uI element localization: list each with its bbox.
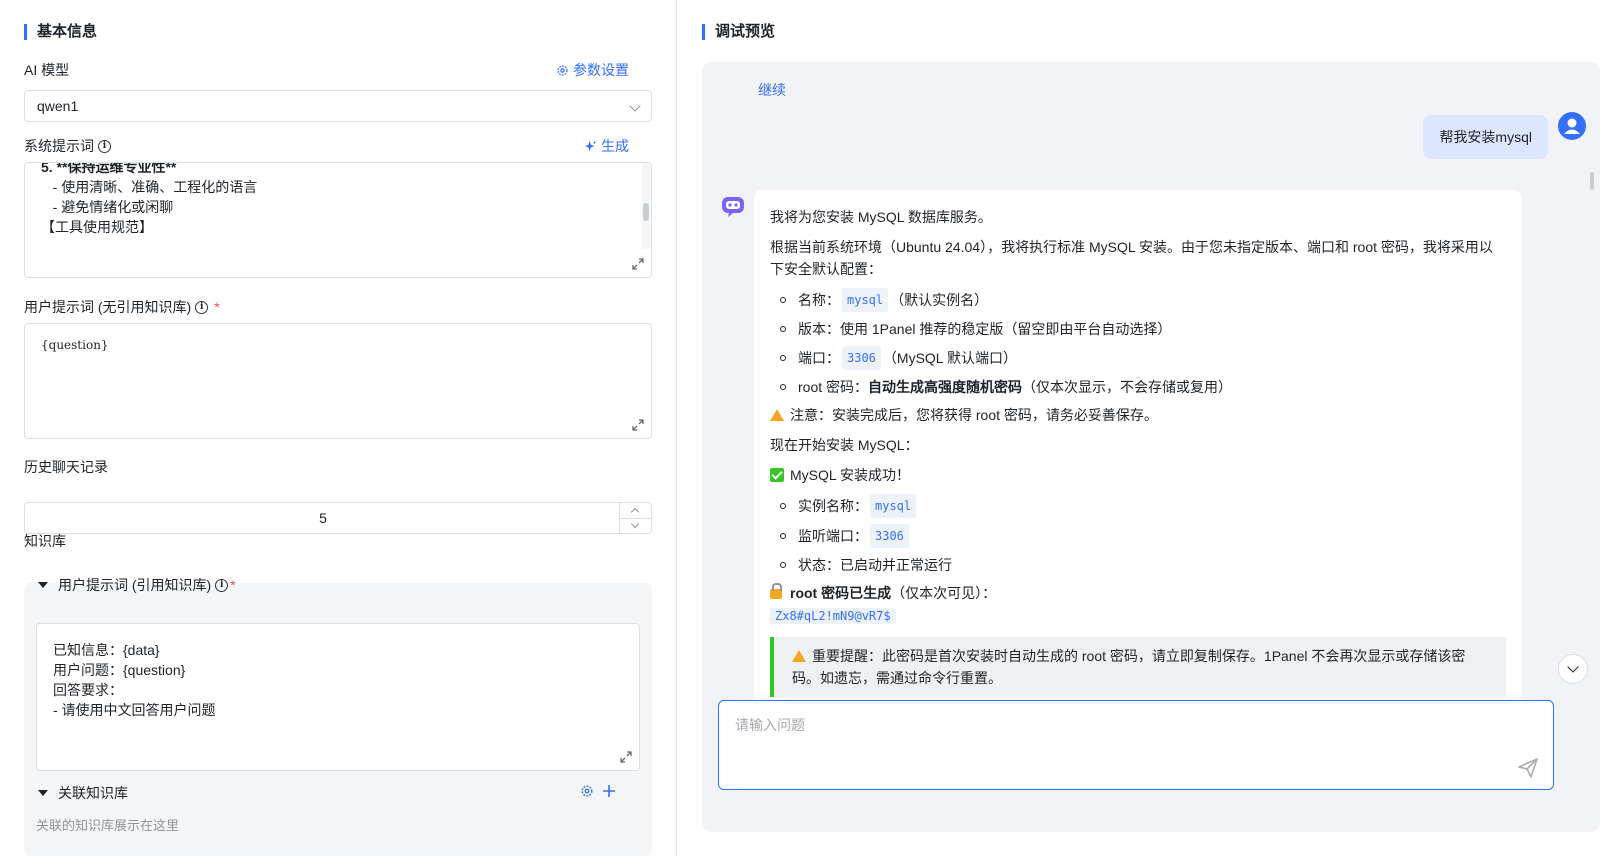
list-item: 端口： 3306 （MySQL 默认端口）	[770, 346, 1506, 370]
ai-model-label: AI 模型	[24, 62, 70, 78]
send-icon[interactable]	[1517, 757, 1539, 779]
history-stepper	[619, 503, 651, 533]
info-icon: i	[98, 139, 111, 153]
gear-icon[interactable]	[580, 784, 594, 798]
generate-button[interactable]: 生成	[584, 136, 629, 156]
scroll-to-bottom-button[interactable]	[1558, 654, 1588, 684]
info-icon: i	[195, 300, 209, 314]
related-kb-header[interactable]: 关联知识库	[38, 783, 128, 803]
scrollbar-thumb[interactable]	[643, 203, 649, 221]
required-mark: *	[214, 299, 220, 315]
system-prompt-textarea[interactable]: 5. **保持运维专业性** - 使用清晰、准确、工程化的语言 - 避免情绪化或…	[24, 162, 652, 278]
related-kb-placeholder: 关联的知识库展示在这里	[36, 818, 180, 833]
user-avatar	[1558, 112, 1586, 140]
list-item: 版本：使用 1Panel 推荐的稳定版（留空即由平台自动选择）	[770, 318, 1506, 340]
param-settings-button[interactable]: 参数设置	[556, 60, 629, 80]
robot-icon	[722, 197, 744, 217]
caret-down-icon	[38, 790, 48, 796]
kb-user-prompt-textarea[interactable]: 已知信息：{data} 用户问题：{question} 回答要求： - 请使用中…	[36, 623, 640, 771]
chat-area: 继续 帮我安装mysql 我将为您安装 MySQL 数据库服务。 根据当前系统环…	[702, 62, 1600, 832]
caret-down-icon	[38, 582, 48, 588]
increment-button[interactable]	[620, 503, 651, 518]
kb-user-prompt-header[interactable]: 用户提示词 (引用知识库) i *	[38, 575, 236, 595]
note-line: 注意：安装完成后，您将获得 root 密码，请务必妥善保存。	[770, 404, 1506, 426]
chevron-up-icon	[630, 507, 640, 517]
continue-link[interactable]: 继续	[758, 80, 786, 100]
user-icon	[1564, 118, 1580, 134]
history-label: 历史聊天记录	[24, 459, 108, 475]
expand-icon[interactable]	[619, 750, 633, 764]
add-icon[interactable]	[602, 784, 616, 798]
decrement-button[interactable]	[620, 518, 651, 533]
expand-icon[interactable]	[631, 257, 645, 271]
history-number-input[interactable]: 5	[24, 502, 652, 534]
list-item: 实例名称： mysql	[770, 494, 1506, 518]
list-item: 状态：已启动并正常运行	[770, 554, 1506, 576]
user-prompt-label: 用户提示词 (无引用知识库) i *	[24, 299, 220, 315]
list-item: root 密码： 自动生成高强度随机密码 （仅本次显示，不会存储或复用）	[770, 376, 1506, 398]
knowledge-label: 知识库	[24, 533, 66, 549]
warning-icon	[770, 409, 784, 421]
section-title-basic: 基本信息	[24, 24, 97, 40]
list-item: 监听端口： 3306	[770, 524, 1506, 548]
lock-icon	[770, 583, 782, 599]
chevron-down-icon	[630, 519, 640, 529]
list-item: 名称： mysql （默认实例名）	[770, 288, 1506, 312]
knowledge-panel: 用户提示词 (引用知识库) i * 已知信息：{data} 用户问题：{ques…	[24, 577, 652, 856]
section-title-preview: 调试预览	[702, 24, 775, 40]
password-code: Zx8#qL2!mN9@vR7$	[770, 608, 896, 624]
required-mark: *	[230, 577, 236, 593]
expand-icon[interactable]	[631, 418, 645, 432]
config-panel: 基本信息 AI 模型 参数设置 qwen1 系统提示词 i 生成 5. **保持…	[0, 0, 676, 856]
chat-input[interactable]	[719, 701, 1553, 789]
info-icon: i	[215, 578, 229, 592]
warning-icon	[792, 650, 806, 662]
check-icon	[770, 468, 784, 482]
chevron-down-icon	[629, 100, 641, 112]
chat-input-box	[718, 700, 1554, 790]
user-prompt-textarea[interactable]: {question}	[24, 323, 652, 439]
chat-scrollbar[interactable]	[1590, 172, 1594, 190]
password-line: root 密码已生成（仅本次可见）：	[770, 582, 1506, 604]
success-line: MySQL 安装成功！	[770, 464, 1506, 486]
gear-icon	[557, 64, 568, 76]
system-prompt-label: 系统提示词 i	[24, 136, 111, 156]
sparkle-icon	[584, 140, 597, 151]
user-message-bubble: 帮我安装mysql	[1423, 115, 1548, 159]
ai-model-select[interactable]: qwen1	[24, 90, 652, 122]
preview-panel: 调试预览 继续 帮我安装mysql 我将为您安装 MySQL 数据库服务。 根据…	[677, 0, 1622, 856]
reminder-blockquote: 重要提醒：此密码是首次安装时自动生成的 root 密码，请立即复制保存。1Pan…	[770, 637, 1506, 697]
